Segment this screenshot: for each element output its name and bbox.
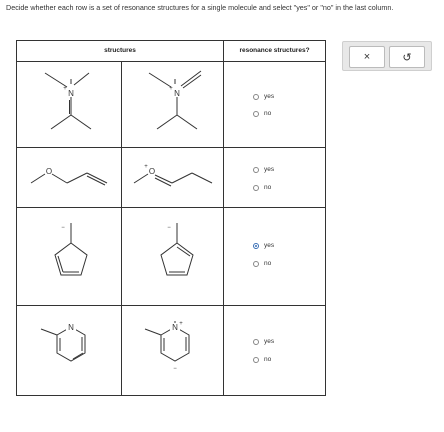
structures-header: structures: [104, 47, 136, 54]
row4-structure-1: N: [35, 317, 107, 381]
row3-yes-option[interactable]: yes: [253, 242, 274, 249]
action-panel: × ↺: [342, 41, 432, 71]
row2-no-radio[interactable]: [253, 184, 259, 191]
row3-structure-1: −: [49, 219, 93, 281]
undo-button[interactable]: ↺: [389, 46, 425, 68]
row1-yes-option[interactable]: yes: [253, 93, 274, 100]
row4-no-option[interactable]: no: [253, 356, 271, 363]
row2-structure-1: O: [29, 161, 113, 191]
resonance-header: resonance structures?: [239, 47, 310, 54]
instructions-text: Decide whether each row is a set of reso…: [6, 3, 394, 12]
row2-s1-oxygen: O: [46, 167, 52, 176]
svg-text:+: +: [63, 86, 67, 92]
svg-text:−: −: [61, 225, 65, 231]
row3-yes-radio[interactable]: [253, 242, 259, 249]
row2-yes-option[interactable]: yes: [253, 166, 274, 173]
undo-icon: ↺: [402, 51, 412, 64]
row2-s2-oxygen: O: [149, 167, 155, 176]
close-icon: ×: [363, 51, 371, 63]
svg-text:+: +: [179, 321, 183, 327]
row4-s2-nitrogen: N: [172, 323, 178, 332]
row2-structure-2: O +: [132, 161, 216, 191]
row3-no-option[interactable]: no: [253, 260, 271, 267]
row1-structure-2: N +: [135, 69, 215, 145]
svg-text:−: −: [173, 366, 177, 372]
row3-structure-2: −: [155, 219, 199, 281]
svg-text:−: −: [167, 225, 171, 231]
row1-structure-1: N +: [29, 69, 109, 145]
svg-text:+: +: [144, 164, 148, 170]
row4-s1-nitrogen: N: [68, 323, 74, 332]
svg-text:+: +: [169, 86, 173, 92]
row1-yes-radio[interactable]: [253, 93, 259, 100]
row1-s1-nitrogen: N: [68, 89, 74, 98]
row4-structure-2: N + −: [141, 317, 213, 389]
row4-yes-option[interactable]: yes: [253, 338, 274, 345]
row2-yes-radio[interactable]: [253, 166, 259, 173]
clear-button[interactable]: ×: [349, 46, 385, 68]
row1-s2-nitrogen: N: [174, 89, 180, 98]
row4-yes-radio[interactable]: [253, 338, 259, 345]
row1-no-radio[interactable]: [253, 110, 259, 117]
row3-no-radio[interactable]: [253, 260, 259, 267]
resonance-table: structures resonance structures? N + N +: [16, 40, 326, 396]
row4-no-radio[interactable]: [253, 356, 259, 363]
row2-no-option[interactable]: no: [253, 184, 271, 191]
row1-no-option[interactable]: no: [253, 110, 271, 117]
